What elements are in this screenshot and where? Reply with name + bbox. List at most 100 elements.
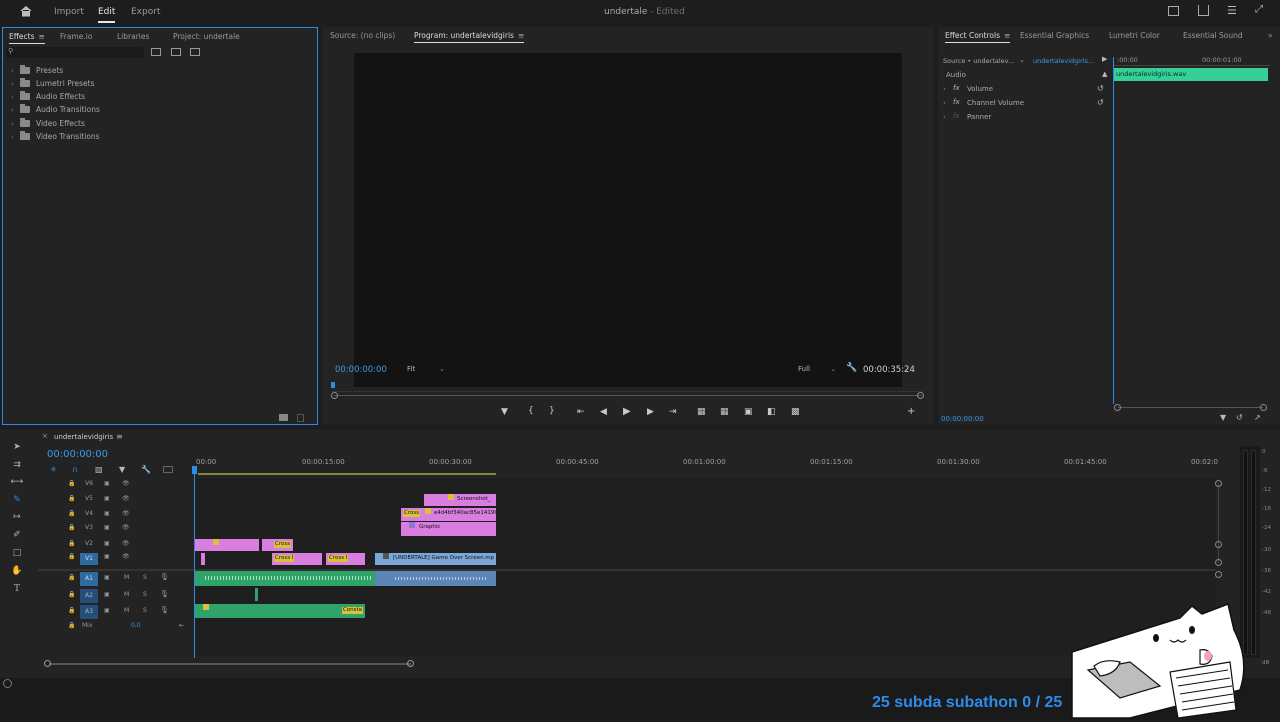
transition-cross-dissolve[interactable]: Cross I: [328, 555, 349, 562]
source-patch-a1[interactable]: A1: [80, 572, 98, 586]
resolution-select[interactable]: Full ⌄: [798, 365, 836, 373]
tab-frameio[interactable]: Frame.io: [60, 32, 92, 41]
track-header-v1[interactable]: 🔒 V1 ▣ 👁: [38, 553, 194, 567]
scroll-handle-bottom[interactable]: [1215, 541, 1222, 548]
go-to-out-icon[interactable]: ⇥: [669, 407, 677, 417]
source-patch-a2[interactable]: A2: [80, 589, 98, 603]
tab-essential-sound[interactable]: Essential Sound: [1183, 31, 1243, 40]
slip-tool-icon[interactable]: ↦: [10, 512, 24, 526]
lock-icon[interactable]: 🔒: [68, 495, 75, 502]
clip-hash[interactable]: Cross e4d4bf340ac85e14190: [401, 508, 496, 521]
solo-button[interactable]: S: [143, 574, 147, 581]
program-timecode[interactable]: 00:00:00:00: [335, 365, 387, 375]
tab-project[interactable]: Project: undertale: [173, 32, 240, 41]
lock-icon[interactable]: 🔒: [68, 574, 75, 581]
tab-effects[interactable]: Effects ≡: [9, 32, 45, 44]
audio-loop-icon[interactable]: ↺: [1236, 413, 1243, 422]
nest-toggle-icon[interactable]: ✳: [50, 465, 57, 474]
sequence-tab[interactable]: undertalevidgiris: [54, 433, 113, 441]
filter-icon[interactable]: ▼: [1220, 413, 1226, 422]
monitor-zoom-scrollbar[interactable]: [334, 395, 922, 396]
lock-icon[interactable]: 🔒: [68, 510, 75, 517]
timeline-settings-icon[interactable]: 🔧: [141, 465, 151, 474]
scroll-handle-left[interactable]: [44, 660, 51, 667]
eye-icon[interactable]: 👁: [122, 495, 130, 502]
tab-lumetri-color[interactable]: Lumetri Color: [1109, 31, 1160, 40]
ec-clip-bar[interactable]: undertalevidgiris.wav: [1114, 68, 1268, 81]
home-icon[interactable]: [20, 5, 32, 17]
collapse-icon[interactable]: ▲: [1102, 70, 1107, 78]
sync-lock-icon[interactable]: ▣: [104, 607, 110, 614]
track-header-a2[interactable]: 🔒 A2 ▣ M S 🎙: [38, 589, 194, 605]
eye-icon[interactable]: 👁: [122, 540, 130, 547]
sync-lock-icon[interactable]: ▣: [104, 524, 110, 531]
mix-value[interactable]: 0,0: [131, 622, 141, 629]
lock-icon[interactable]: 🔒: [68, 540, 75, 547]
lock-icon[interactable]: 🔒: [68, 480, 75, 487]
show-timeline-icon[interactable]: ▶: [1102, 55, 1107, 63]
lock-icon[interactable]: 🔒: [68, 524, 75, 531]
hand-tool-icon[interactable]: ✋: [10, 566, 24, 580]
folder-video-effects[interactable]: › Video Effects: [11, 118, 85, 128]
nav-edit[interactable]: Edit: [98, 7, 116, 23]
tab-effect-controls[interactable]: Effect Controls ≡: [945, 31, 1011, 43]
ripple-edit-tool-icon[interactable]: ⟷: [10, 477, 24, 491]
add-marker-icon[interactable]: ▼: [119, 465, 125, 474]
playhead-handle[interactable]: [192, 466, 197, 474]
clip-v2-a[interactable]: [195, 539, 259, 551]
clip-audio-a2[interactable]: [255, 588, 258, 601]
monitor-playhead[interactable]: [331, 382, 335, 388]
fx-icon[interactable]: fx: [953, 112, 960, 120]
reset-icon[interactable]: ↺: [1097, 84, 1104, 93]
workspaces-icon[interactable]: ☰: [1227, 4, 1237, 17]
folder-audio-effects[interactable]: › Audio Effects: [11, 91, 85, 101]
scroll-handle-left[interactable]: [331, 392, 338, 399]
snap-icon[interactable]: ∩: [72, 465, 78, 474]
delete-icon[interactable]: [297, 414, 304, 422]
scroll-handle-right[interactable]: [1260, 404, 1267, 411]
tab-libraries[interactable]: Libraries: [117, 32, 149, 41]
type-tool-icon[interactable]: T: [10, 584, 24, 598]
timeline-timecode[interactable]: 00:00:00:00: [47, 449, 108, 460]
button-editor-icon[interactable]: +: [907, 406, 915, 417]
fx-icon[interactable]: fx: [953, 84, 960, 92]
comparison-view-icon[interactable]: ◧: [767, 407, 776, 417]
eye-icon[interactable]: 👁: [122, 480, 130, 487]
reset-icon[interactable]: ↺: [1097, 98, 1104, 107]
sync-lock-icon[interactable]: ▣: [104, 540, 110, 547]
transition-cross-dissolve[interactable]: Cross: [403, 510, 421, 517]
sync-lock-icon[interactable]: ▣: [104, 480, 110, 487]
solo-button[interactable]: S: [143, 591, 147, 598]
panel-menu-icon[interactable]: ≡: [116, 432, 123, 441]
extract-icon[interactable]: ▦: [720, 407, 729, 417]
panel-menu-icon[interactable]: ≡: [518, 31, 524, 40]
ec-effect-panner[interactable]: › fx Panner: [943, 112, 1108, 124]
track-header-v2[interactable]: 🔒 V2 ▣ 👁: [38, 540, 194, 554]
sync-lock-icon[interactable]: ▣: [104, 495, 110, 502]
razor-tool-icon[interactable]: ✎: [10, 495, 24, 509]
more-panels-icon[interactable]: »: [1268, 31, 1273, 40]
clip-v1-a[interactable]: [201, 553, 205, 565]
ec-playhead[interactable]: [1113, 57, 1114, 404]
sync-lock-icon[interactable]: ▣: [104, 510, 110, 517]
folder-video-transitions[interactable]: › Video Transitions: [11, 131, 100, 141]
share-icon[interactable]: [1198, 5, 1209, 16]
source-clip-select[interactable]: Source • undertalev...: [943, 57, 1014, 65]
clip-audio-a1-gameover[interactable]: [375, 571, 496, 586]
track-header-mix[interactable]: 🔒 Mix 0,0 ⇤: [38, 622, 194, 634]
fullscreen-icon[interactable]: ⤢: [1255, 4, 1263, 15]
track-header-a1[interactable]: 🔒 A1 ▣ M S 🎙: [38, 572, 194, 588]
mix-jump-icon[interactable]: ⇤: [179, 622, 184, 629]
track-header-a3[interactable]: 🔒 A3 ▣ M S 🎙: [38, 605, 194, 621]
nav-export[interactable]: Export: [131, 7, 160, 17]
panel-menu-icon[interactable]: ≡: [39, 32, 45, 41]
microphone-icon[interactable]: 🎙: [160, 590, 169, 598]
track-header-v3[interactable]: 🔒 V3 ▣ 👁: [38, 524, 194, 538]
timeline-playhead[interactable]: [194, 466, 195, 658]
clip-screenshot[interactable]: Screenshot_: [424, 494, 496, 506]
lock-icon[interactable]: 🔒: [68, 607, 75, 614]
folder-presets[interactable]: › Presets: [11, 65, 63, 75]
sync-lock-icon[interactable]: ▣: [104, 591, 110, 598]
selection-tool-icon[interactable]: ➤: [10, 442, 24, 456]
track-select-tool-icon[interactable]: ⇉: [10, 460, 24, 474]
